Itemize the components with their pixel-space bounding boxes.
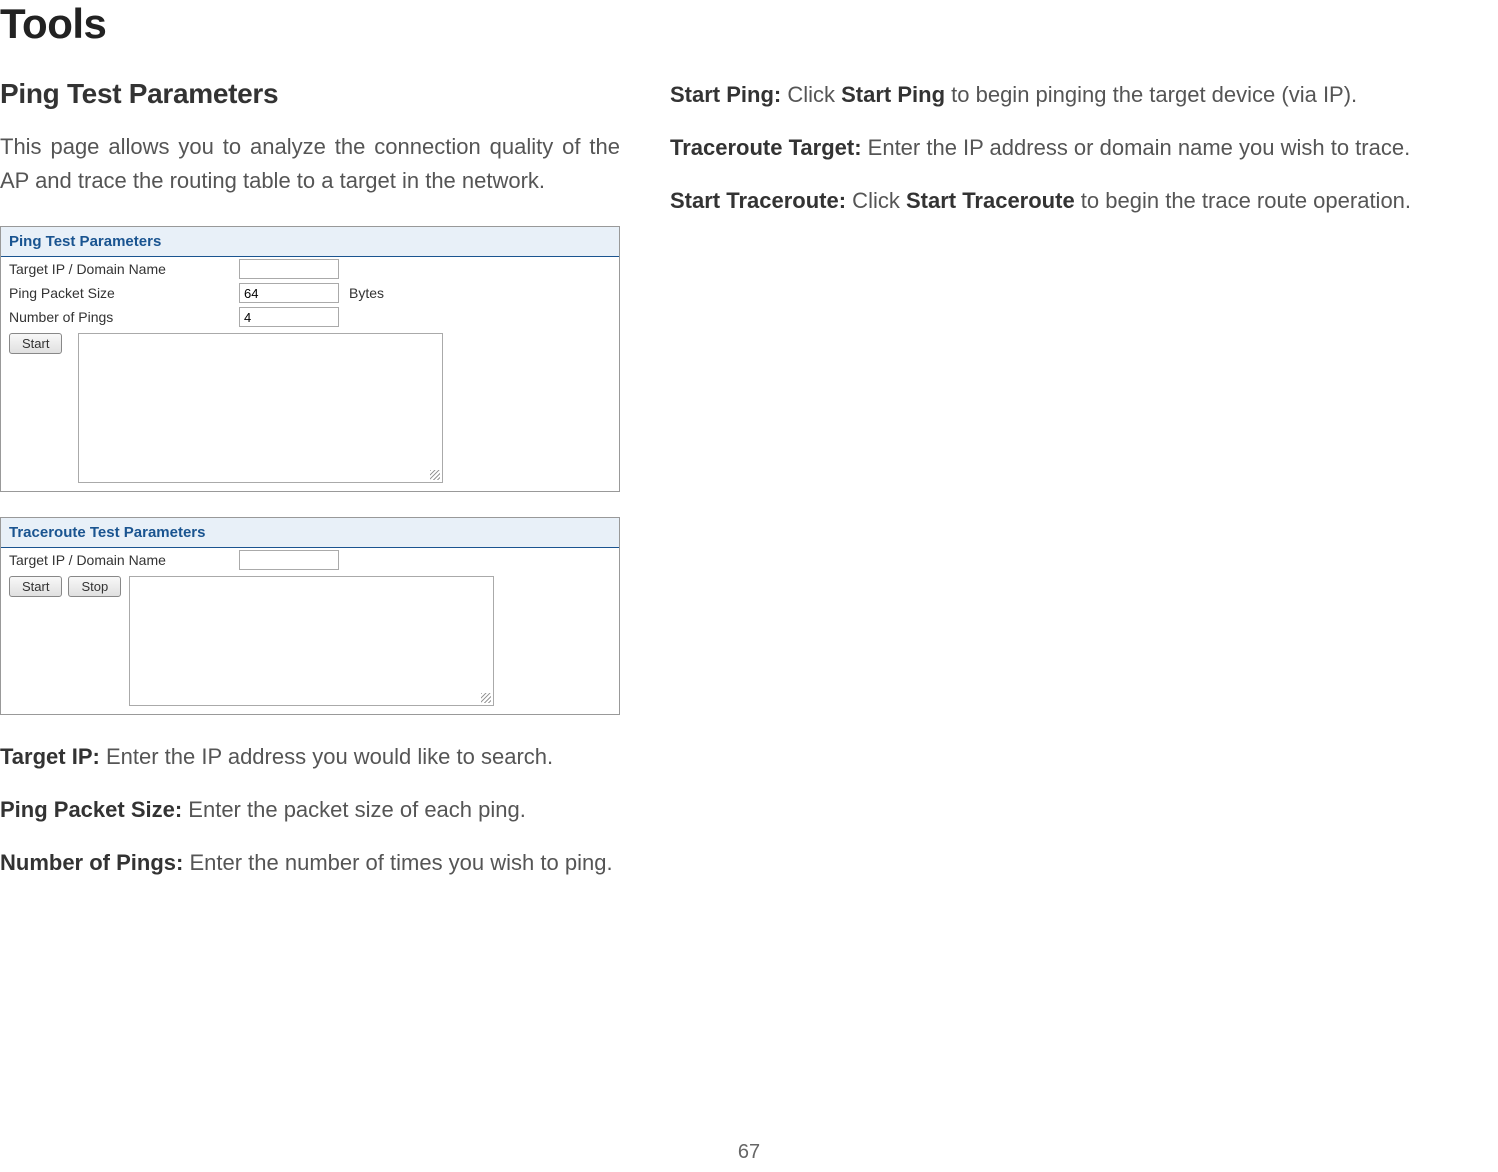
- ping-num-pings-row: Number of Pings: [1, 305, 619, 329]
- trace-panel-title: Traceroute Test Parameters: [1, 518, 619, 548]
- trace-target-label: Target IP / Domain Name: [9, 552, 239, 568]
- ping-packet-size-row: Ping Packet Size Bytes: [1, 281, 619, 305]
- def-start-trace-label: Start Traceroute:: [670, 188, 846, 213]
- def-target-ip-text: Enter the IP address you would like to s…: [100, 744, 553, 769]
- def-packet-size: Ping Packet Size: Enter the packet size …: [0, 793, 620, 826]
- def-num-pings-label: Number of Pings:: [0, 850, 183, 875]
- def-trace-target: Traceroute Target: Enter the IP address …: [670, 131, 1498, 164]
- def-start-ping-bold: Start Ping: [841, 82, 945, 107]
- def-start-ping-post: to begin pinging the target device (via …: [945, 82, 1357, 107]
- def-num-pings: Number of Pings: Enter the number of tim…: [0, 846, 620, 879]
- def-start-trace-pre: Click: [846, 188, 906, 213]
- def-start-trace-post: to begin the trace route operation.: [1075, 188, 1411, 213]
- ping-target-label: Target IP / Domain Name: [9, 261, 239, 277]
- trace-stop-button[interactable]: Stop: [68, 576, 121, 597]
- intro-text: This page allows you to analyze the conn…: [0, 130, 620, 198]
- ping-packet-size-unit: Bytes: [349, 285, 384, 301]
- ping-output-area[interactable]: [78, 333, 443, 483]
- def-trace-target-text: Enter the IP address or domain name you …: [862, 135, 1411, 160]
- ping-panel-title: Ping Test Parameters: [1, 227, 619, 257]
- ping-num-pings-input[interactable]: [239, 307, 339, 327]
- ping-packet-size-label: Ping Packet Size: [9, 285, 239, 301]
- def-target-ip: Target IP: Enter the IP address you woul…: [0, 740, 620, 773]
- def-target-ip-label: Target IP:: [0, 744, 100, 769]
- page-main-title: Tools: [0, 0, 1498, 48]
- def-start-ping-label: Start Ping:: [670, 82, 781, 107]
- ping-test-panel: Ping Test Parameters Target IP / Domain …: [0, 226, 620, 492]
- trace-target-row: Target IP / Domain Name: [1, 548, 619, 572]
- resize-handle-icon[interactable]: [430, 470, 440, 480]
- trace-target-input[interactable]: [239, 550, 339, 570]
- trace-start-button[interactable]: Start: [9, 576, 62, 597]
- ping-start-button[interactable]: Start: [9, 333, 62, 354]
- trace-output-area[interactable]: [129, 576, 494, 706]
- ping-num-pings-label: Number of Pings: [9, 309, 239, 325]
- ping-target-input[interactable]: [239, 259, 339, 279]
- page-number: 67: [738, 1141, 760, 1164]
- traceroute-panel: Traceroute Test Parameters Target IP / D…: [0, 517, 620, 715]
- ping-packet-size-input[interactable]: [239, 283, 339, 303]
- def-packet-size-label: Ping Packet Size:: [0, 797, 182, 822]
- resize-handle-icon[interactable]: [481, 693, 491, 703]
- def-num-pings-text: Enter the number of times you wish to pi…: [183, 850, 612, 875]
- def-packet-size-text: Enter the packet size of each ping.: [182, 797, 526, 822]
- def-start-ping: Start Ping: Click Start Ping to begin pi…: [670, 78, 1498, 111]
- ping-target-row: Target IP / Domain Name: [1, 257, 619, 281]
- section-title-ping: Ping Test Parameters: [0, 78, 620, 110]
- def-start-ping-pre: Click: [781, 82, 841, 107]
- def-start-trace-bold: Start Traceroute: [906, 188, 1075, 213]
- def-trace-target-label: Traceroute Target:: [670, 135, 862, 160]
- def-start-trace: Start Traceroute: Click Start Traceroute…: [670, 184, 1498, 217]
